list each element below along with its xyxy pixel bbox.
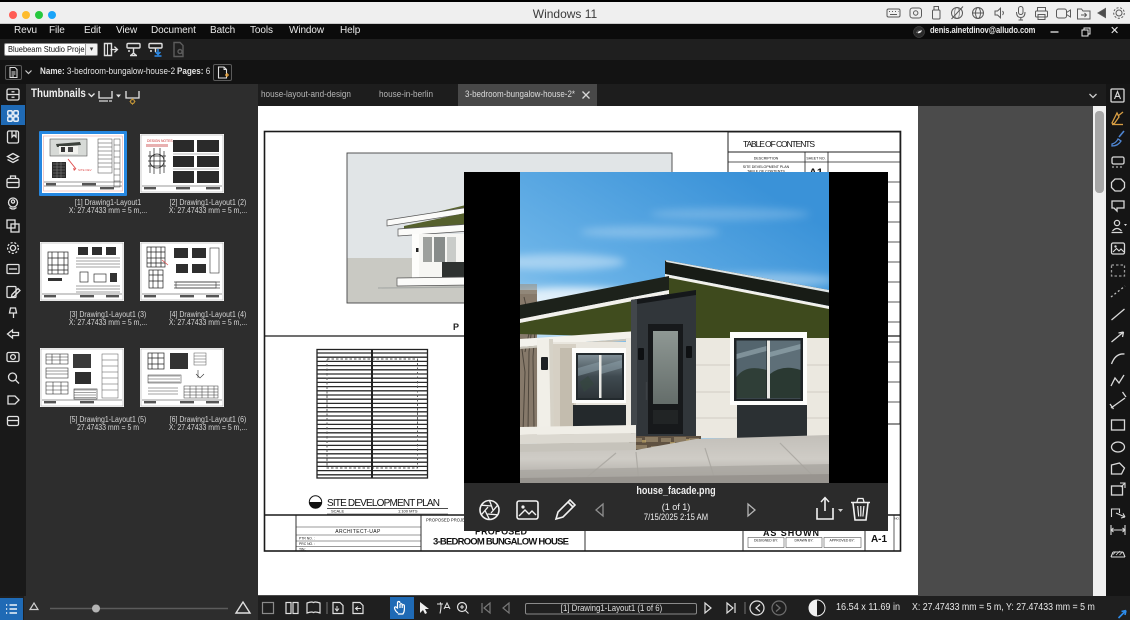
- svg-text:TIN :: TIN :: [299, 548, 306, 552]
- svg-text:PTR NO. :: PTR NO. :: [299, 537, 315, 541]
- svg-text:TABLE OF CONTENTS: TABLE OF CONTENTS: [743, 139, 815, 149]
- svg-text:PRC NO. :: PRC NO. :: [299, 542, 315, 546]
- svg-text:APPROVED BY:: APPROVED BY:: [829, 539, 854, 543]
- svg-text:NO.: NO.: [894, 517, 900, 521]
- svg-text:3-BEDROOM BUNGALOW HOUSE: 3-BEDROOM BUNGALOW HOUSE: [433, 537, 569, 548]
- svg-text:SITE DEVELOPMENT PLAN: SITE DEVELOPMENT PLAN: [327, 498, 440, 509]
- svg-text:DESIGNED BY:: DESIGNED BY:: [754, 539, 778, 543]
- svg-text:A-1: A-1: [871, 534, 888, 545]
- svg-text:1:100 MTS: 1:100 MTS: [398, 509, 418, 514]
- svg-text:DRAWN BY:: DRAWN BY:: [795, 539, 814, 543]
- svg-text:SITE DEVELOPMENT PLAN: SITE DEVELOPMENT PLAN: [743, 165, 790, 169]
- svg-text:DESIGN NOTES: DESIGN NOTES: [147, 139, 173, 143]
- svg-text:DESCRIPTION: DESCRIPTION: [754, 157, 779, 161]
- svg-text:ARCHITECT-UAP: ARCHITECT-UAP: [335, 529, 381, 535]
- svg-text:SCALE: SCALE: [331, 509, 344, 514]
- svg-text:SHEET NO.: SHEET NO.: [806, 157, 825, 161]
- svg-text:P: P: [453, 322, 459, 332]
- svg-text:SITE DEV: SITE DEV: [78, 168, 92, 172]
